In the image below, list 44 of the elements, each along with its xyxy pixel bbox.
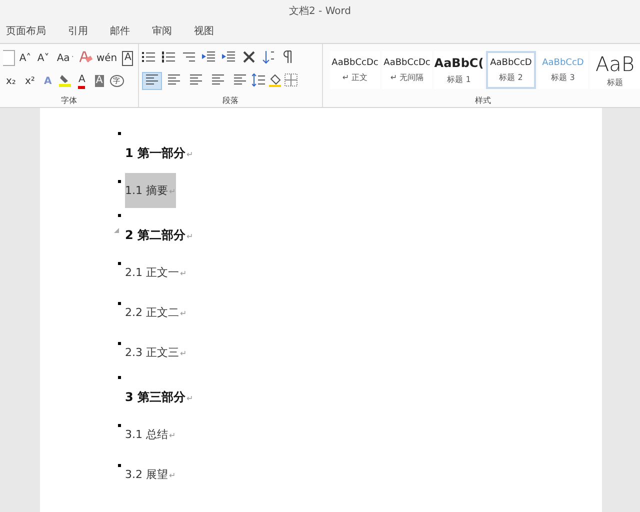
- character-shading-button[interactable]: A: [92, 72, 107, 90]
- ribbon-tab[interactable]: 视图: [188, 21, 230, 41]
- style-item[interactable]: AaBbCcD 标题 2: [486, 51, 536, 89]
- heading-text: 1 第一部分↵: [125, 144, 194, 162]
- paragraph-marker-icon: [118, 132, 121, 135]
- font-size-field[interactable]: [3, 50, 15, 66]
- paragraph-marker-icon: [118, 424, 121, 427]
- body-text: 2.2 正文二↵: [125, 304, 187, 320]
- toolbar-button[interactable]: A˅: [36, 49, 51, 67]
- ribbon-tab[interactable]: 引用: [62, 21, 104, 41]
- paragraph-marker-icon: [118, 180, 121, 183]
- group-label: 字体: [60, 95, 78, 107]
- group-label: 样式: [474, 95, 492, 107]
- paragraph-marker-icon: [118, 376, 121, 379]
- body-text: 1.1 摘要↵: [125, 172, 176, 208]
- group-label: 段落: [222, 95, 240, 107]
- change-case-button[interactable]: Aa: [54, 49, 76, 67]
- toolbar-button[interactable]: x²: [22, 72, 38, 90]
- window-title: 文档2 - Word: [288, 4, 352, 18]
- align-button[interactable]: [142, 72, 162, 90]
- style-item[interactable]: AaBbC( 标题 1: [434, 51, 484, 89]
- body-text: 3.2 展望↵: [125, 466, 176, 482]
- style-item[interactable]: AaBbCcDc ↵ 正文: [330, 51, 380, 89]
- body-text: 3.1 总结↵: [125, 426, 176, 442]
- style-item[interactable]: AaBbCcD 标题 3: [538, 51, 588, 89]
- ribbon-tab[interactable]: 审阅: [146, 21, 188, 41]
- paragraph-marker-icon: [118, 342, 121, 345]
- paragraph-marker-icon: [118, 464, 121, 467]
- style-item[interactable]: AaB 标题: [590, 51, 640, 89]
- toolbar-button[interactable]: A˄: [18, 49, 33, 67]
- paragraph-marker-icon: [118, 302, 121, 305]
- ribbon-tab[interactable]: 邮件: [104, 21, 146, 41]
- ribbon-tab[interactable]: 页面布局: [0, 21, 62, 41]
- toolbar-button[interactable]: x₂: [3, 72, 19, 90]
- body-text: 2.1 正文一↵: [125, 264, 187, 280]
- toolbar-button[interactable]: wén: [96, 49, 118, 67]
- paragraph-marker-icon: [118, 214, 121, 217]
- style-item[interactable]: AaBbCcDc ↵ 无间隔: [382, 51, 432, 89]
- heading-text: 2 第二部分↵: [125, 226, 194, 244]
- character-border-button[interactable]: A: [120, 49, 135, 67]
- heading-text: 3 第三部分↵: [125, 388, 194, 406]
- paragraph-marker-icon: [118, 262, 121, 265]
- body-text: 2.3 正文三↵: [125, 344, 187, 360]
- font-color-button[interactable]: A: [74, 72, 89, 90]
